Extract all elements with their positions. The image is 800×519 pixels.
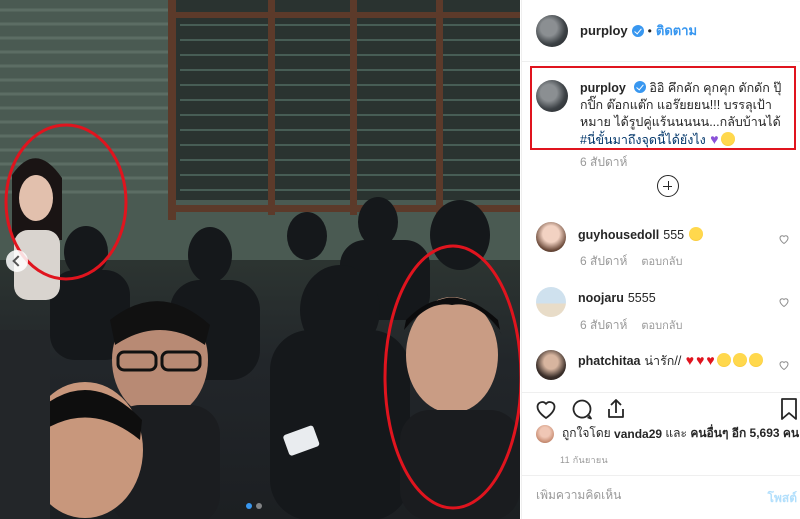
carousel-dot-2 bbox=[256, 503, 262, 509]
caption-time: 6 สัปดาห์ bbox=[580, 155, 628, 169]
photo-scene bbox=[0, 0, 520, 519]
sun-emoji-icon bbox=[720, 132, 735, 146]
comment-meta: 6 สัปดาห์ ตอบกลับ bbox=[580, 316, 683, 335]
commenter-avatar[interactable] bbox=[536, 287, 566, 317]
caption-avatar[interactable] bbox=[536, 80, 568, 112]
likes-others-count[interactable]: คนอื่นๆ อีก 5,693 คน bbox=[690, 424, 799, 443]
caption-text: purploy อิอิ คึกคัก คุกคุก ดักดัก ปุ๊กปิ… bbox=[580, 80, 790, 149]
post-header: purploy • ติดตาม bbox=[522, 0, 800, 62]
add-comment-bar: โพสต์ bbox=[522, 475, 800, 519]
purple-heart-emoji-icon: ♥ bbox=[710, 131, 719, 147]
comment-item: noojaru 5555 bbox=[536, 287, 798, 317]
follow-button[interactable]: ติดตาม bbox=[656, 20, 697, 41]
laughing-emoji-icon bbox=[716, 353, 731, 367]
comment-like-heart-icon[interactable] bbox=[778, 296, 790, 308]
red-heart-emoji-icon: ♥ bbox=[685, 352, 695, 368]
comment-body: 555 bbox=[663, 228, 685, 242]
post-date: 11 กันยายน bbox=[560, 455, 608, 465]
action-bar bbox=[522, 392, 800, 424]
comment-body: น่ารัก// bbox=[644, 354, 682, 368]
post-comment-button[interactable]: โพสต์ bbox=[768, 489, 797, 508]
commenter-avatar[interactable] bbox=[536, 350, 566, 380]
laughing-emoji-icon bbox=[748, 353, 763, 367]
comment-body: 5555 bbox=[627, 291, 656, 305]
caption: purploy อิอิ คึกคัก คุกคุก ดักดัก ปุ๊กปิ… bbox=[536, 80, 798, 149]
carousel-dot-1 bbox=[246, 503, 252, 509]
sad-face-emoji-icon bbox=[688, 227, 703, 241]
comment-like-heart-icon[interactable] bbox=[778, 359, 790, 371]
speech-bubble-icon[interactable] bbox=[570, 397, 594, 421]
caption-username[interactable]: purploy bbox=[580, 81, 626, 95]
plus-circle-icon[interactable] bbox=[657, 175, 679, 197]
liker-avatar[interactable] bbox=[536, 424, 554, 443]
comment-text: phatchitaa น่ารัก// ♥ ♥ ♥ bbox=[578, 352, 788, 380]
likes-prefix: ถูกใจโดย bbox=[562, 426, 611, 440]
post-side-panel: purploy • ติดตาม purploy อิอิ คึกคัก คุก… bbox=[521, 0, 800, 519]
likes-summary: ถูกใจโดย vanda29 และ คนอื่นๆ อีก 5,693 ค… bbox=[536, 424, 799, 443]
verified-badge-icon bbox=[633, 81, 646, 93]
comment-time: 6 สัปดาห์ bbox=[580, 254, 628, 268]
separator-dot: • bbox=[647, 23, 652, 38]
author-username[interactable]: purploy bbox=[580, 23, 628, 38]
comment-text: noojaru 5555 bbox=[578, 290, 788, 317]
commenter-username[interactable]: noojaru bbox=[578, 291, 624, 305]
reply-button[interactable]: ตอบกลับ bbox=[641, 256, 682, 268]
comment-time: 6 สัปดาห์ bbox=[580, 318, 628, 332]
post-photo[interactable] bbox=[0, 0, 520, 519]
heart-icon[interactable] bbox=[534, 397, 558, 421]
share-icon[interactable] bbox=[604, 397, 628, 421]
comment-text: guyhousedoll 555 bbox=[578, 227, 788, 252]
comment-like-heart-icon[interactable] bbox=[778, 233, 790, 245]
comment-input[interactable] bbox=[536, 488, 746, 502]
commenter-username[interactable]: phatchitaa bbox=[578, 354, 641, 368]
commenter-username[interactable]: guyhousedoll bbox=[578, 228, 659, 242]
comment-meta: 6 สัปดาห์ ตอบกลับ bbox=[580, 252, 683, 271]
commenter-avatar[interactable] bbox=[536, 222, 566, 252]
carousel-indicator bbox=[246, 503, 262, 509]
verified-badge-icon bbox=[631, 24, 644, 37]
author-avatar[interactable] bbox=[536, 14, 568, 47]
red-heart-emoji-icon: ♥ bbox=[706, 352, 715, 368]
carousel-prev-button[interactable] bbox=[6, 250, 28, 272]
laughing-emoji-icon bbox=[732, 353, 747, 367]
liker-username[interactable]: vanda29 bbox=[614, 427, 662, 441]
red-heart-emoji-icon: ♥ bbox=[696, 352, 705, 368]
bookmark-icon[interactable] bbox=[779, 397, 799, 421]
reply-button[interactable]: ตอบกลับ bbox=[641, 320, 682, 332]
comment-item: guyhousedoll 555 bbox=[536, 222, 798, 252]
likes-and: และ bbox=[665, 426, 687, 440]
comment-item: phatchitaa น่ารัก// ♥ ♥ ♥ bbox=[536, 350, 798, 380]
caption-hashtag[interactable]: #นี่ขั้นมาถึงจุดนี้ได้ยังไง bbox=[580, 133, 706, 147]
